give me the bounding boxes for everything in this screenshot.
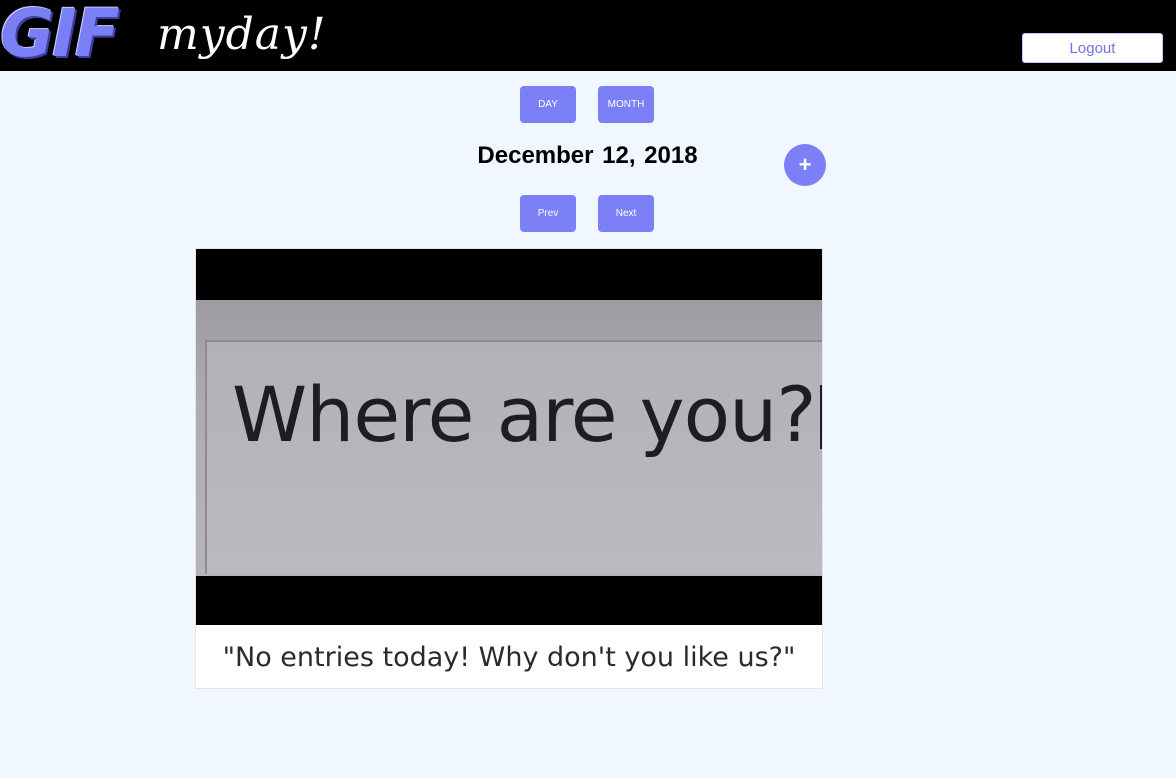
entry-gif: Where are you? [196,249,822,625]
gif-text: Where are you? [232,370,822,459]
day-view-button[interactable]: DAY [520,86,576,123]
top-bar: GIF myday! Logout [0,0,1176,72]
gif-frame: Where are you? [196,300,822,576]
prev-button[interactable]: Prev [520,195,576,232]
logo-script-text: myday! [157,9,327,60]
logo-gif-text: GIF [0,0,120,72]
text-caret [819,385,822,449]
gif-text-content: Where are you? [232,370,817,459]
app-logo[interactable]: GIF myday! [0,0,400,72]
date-title: December 12, 2018 [477,142,698,169]
add-entry-button[interactable]: + [784,144,826,186]
next-button[interactable]: Next [598,195,654,232]
logout-button[interactable]: Logout [1022,33,1163,63]
month-view-button[interactable]: MONTH [598,86,654,123]
entry-card: Where are you? "No entries today! Why do… [195,248,823,689]
entry-caption: "No entries today! Why don't you like us… [222,642,796,673]
